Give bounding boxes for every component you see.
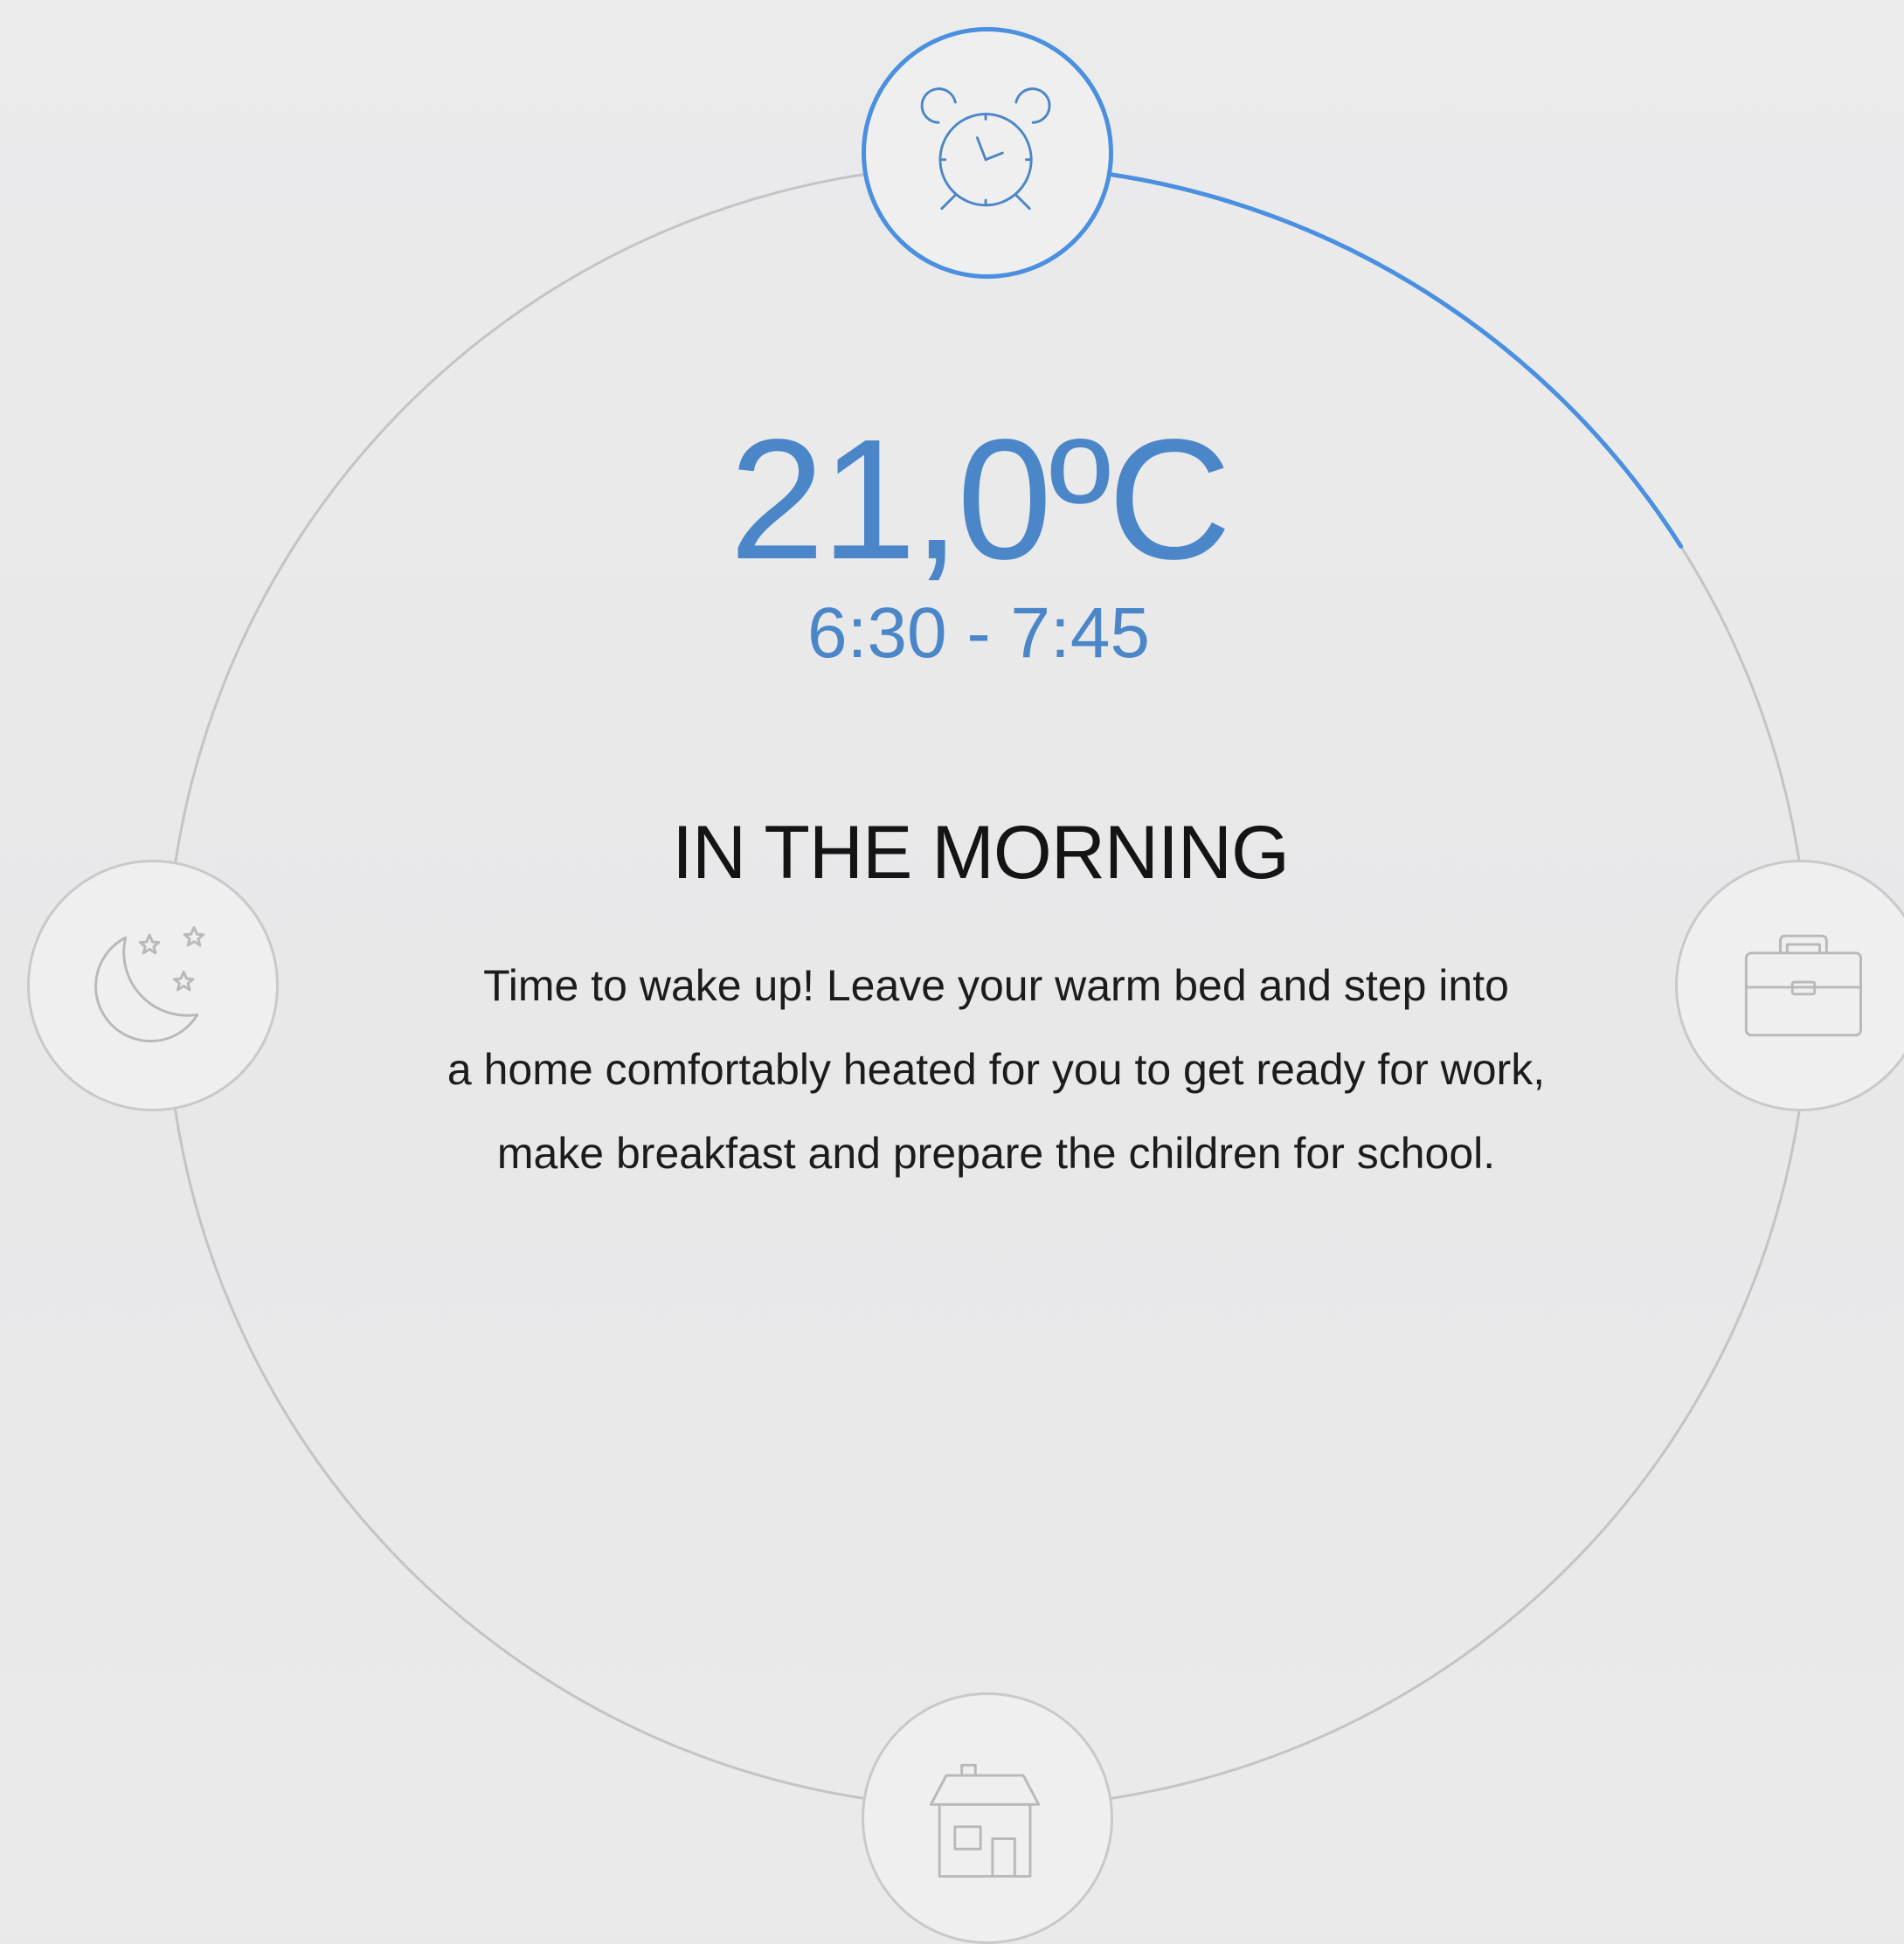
schedule-node-night[interactable] [27, 860, 279, 1111]
house-icon [929, 1763, 1041, 1878]
schedule-node-morning[interactable] [862, 27, 1113, 279]
schedule-node-work[interactable] [1675, 860, 1904, 1111]
description-line: a home comfortably heated for you to get… [447, 1045, 1546, 1094]
period-description: Time to wake up! Leave your warm bed and… [367, 944, 1625, 1195]
description-line: Time to wake up! Leave your warm bed and… [483, 961, 1509, 1010]
period-title: IN THE MORNING [672, 811, 1290, 895]
description-line: make breakfast and prepare the children … [496, 1129, 1496, 1178]
target-temperature: 21,0ºC [729, 404, 1232, 595]
time-range: 6:30 - 7:45 [807, 593, 1151, 673]
moon-stars-icon [94, 925, 205, 1043]
alarm-clock-icon [920, 87, 1051, 211]
schedule-node-home[interactable] [862, 1692, 1113, 1944]
briefcase-icon [1744, 934, 1863, 1037]
